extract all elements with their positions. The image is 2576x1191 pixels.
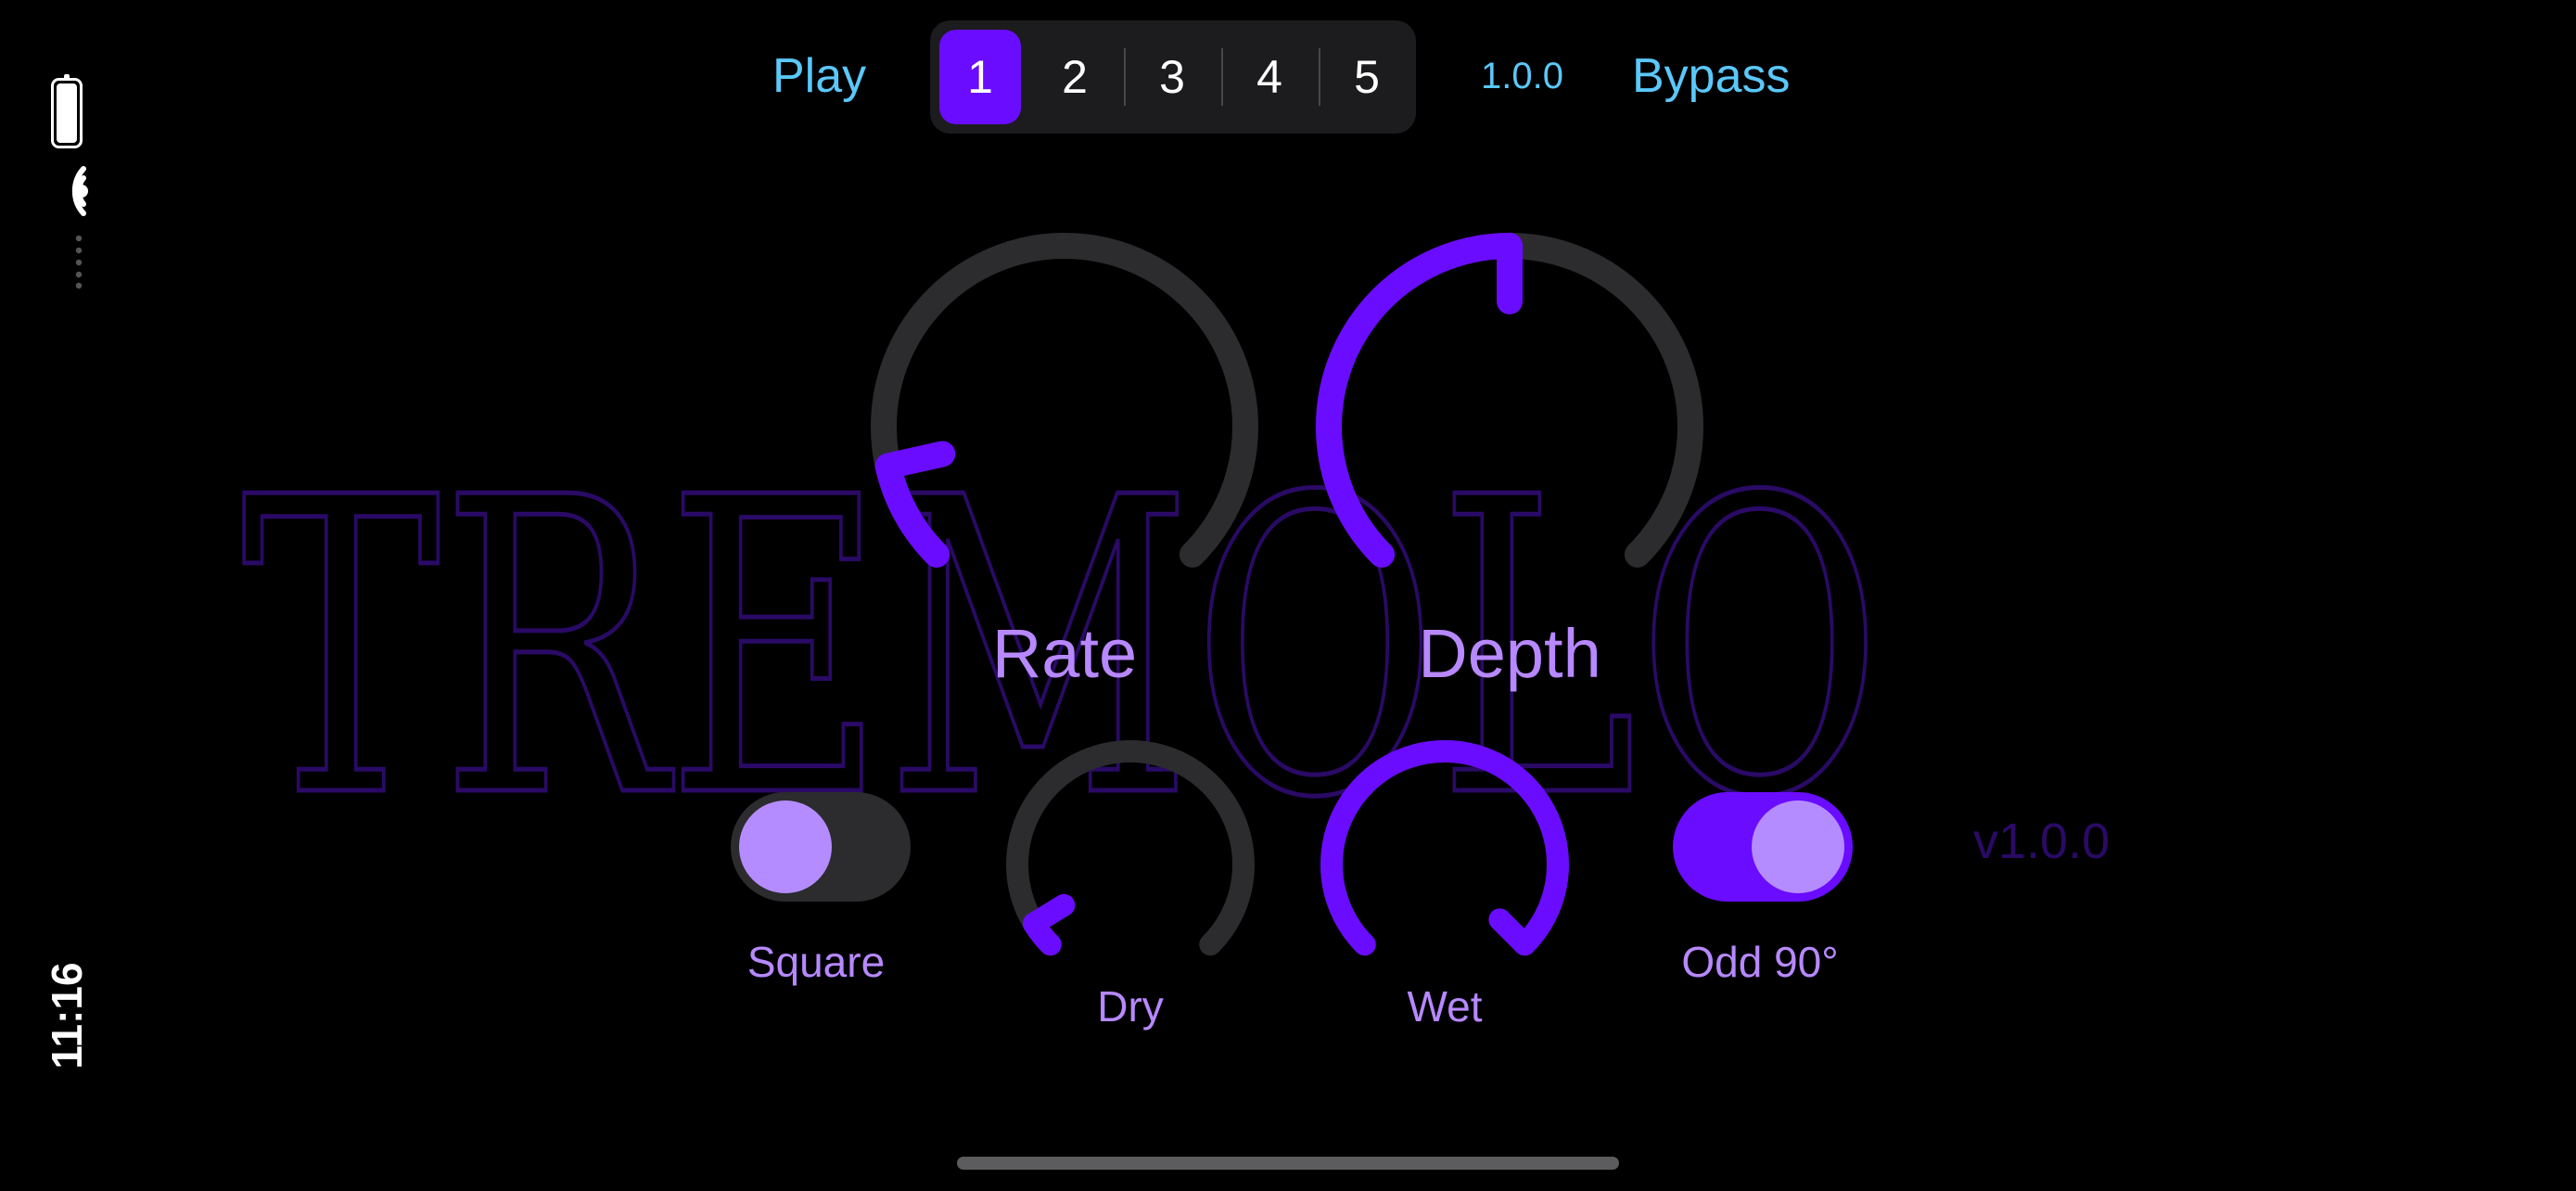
- status-time: 11:16: [43, 962, 91, 1069]
- battery-icon: [51, 74, 83, 148]
- wet-knob[interactable]: [1300, 720, 1589, 1009]
- dry-knob-graphic: [1006, 740, 1255, 956]
- depth-knob-value-arc: [1316, 233, 1523, 568]
- square-toggle[interactable]: [731, 792, 911, 902]
- rate-knob-value-arc: [874, 453, 950, 568]
- wet-knob-value-arc: [1320, 740, 1569, 956]
- square-label: Square: [746, 938, 886, 986]
- preset-4-button[interactable]: 4: [1229, 30, 1310, 124]
- wet-knob-graphic: [1320, 740, 1569, 956]
- preset-selector[interactable]: 1 2 3 4 5: [930, 20, 1416, 134]
- cellular-signal-icon: [75, 235, 83, 289]
- odd-90-label: Odd 90°: [1681, 938, 1839, 986]
- preset-2-button[interactable]: 2: [1034, 30, 1116, 124]
- tremolo-app-screen: 11:16 TREMOLO v1.0.0 Play 1 2 3 4 5 1.0.…: [0, 0, 2576, 1191]
- depth-knob[interactable]: [1294, 211, 1726, 643]
- wet-label: Wet: [1407, 982, 1483, 1031]
- app-version: 1.0.0: [1481, 56, 1563, 96]
- segment-divider: [1221, 48, 1223, 106]
- play-button[interactable]: Play: [772, 52, 866, 100]
- rate-knob-track: [871, 233, 1258, 568]
- depth-label: Depth: [1418, 615, 1601, 692]
- dry-knob-indicator: [1022, 893, 1076, 935]
- toggle-thumb: [1752, 800, 1844, 893]
- dry-knob[interactable]: [986, 720, 1275, 1009]
- background-title: TREMOLO: [239, 410, 1885, 890]
- background-version: v1.0.0: [1973, 813, 2111, 869]
- wifi-icon: [71, 166, 88, 216]
- status-bar: 11:16: [0, 0, 139, 1191]
- depth-knob-graphic: [1316, 233, 1703, 568]
- dry-label: Dry: [1097, 982, 1164, 1031]
- rate-label: Rate: [991, 615, 1138, 692]
- rate-knob-graphic: [871, 233, 1258, 568]
- preset-1-button[interactable]: 1: [939, 30, 1021, 124]
- bypass-button[interactable]: Bypass: [1632, 52, 1791, 100]
- preset-5-button[interactable]: 5: [1326, 30, 1408, 124]
- home-indicator: [957, 1157, 1619, 1170]
- toggle-thumb: [739, 800, 832, 893]
- wet-knob-indicator: [1488, 908, 1537, 956]
- segment-divider: [1124, 48, 1126, 106]
- rate-knob-indicator: [874, 441, 956, 480]
- preset-3-button[interactable]: 3: [1131, 30, 1213, 124]
- segment-divider: [1319, 48, 1320, 106]
- odd-90-toggle[interactable]: [1673, 792, 1853, 902]
- rate-knob[interactable]: [848, 211, 1281, 643]
